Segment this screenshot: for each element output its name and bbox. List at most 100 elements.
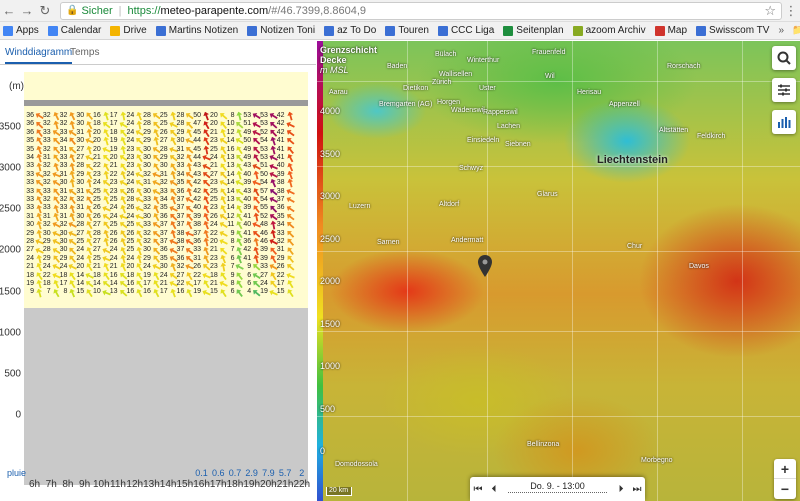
prev-step-icon[interactable]: ⏴ <box>486 484 502 495</box>
map-view[interactable]: Grenzschicht Decke m MSL 4000 3500 3000 250… <box>317 41 800 501</box>
tab-temps[interactable]: Temps <box>70 47 99 58</box>
bookmark-item[interactable]: Calendar <box>47 25 101 36</box>
wind-speed: 25 <box>126 221 135 229</box>
wind-speed: 20 <box>76 263 85 271</box>
wind-speed: 18 <box>93 271 101 279</box>
wind-speed: 29 <box>59 254 68 262</box>
reload-icon[interactable]: ↻ <box>36 2 54 20</box>
wind-speed: 36 <box>26 128 34 136</box>
wind-speed: 17 <box>143 280 151 287</box>
wind-speed: 23 <box>209 204 218 212</box>
wind-speed: 18 <box>42 280 51 287</box>
wind-speed: 26 <box>93 212 101 220</box>
back-icon[interactable]: ← <box>0 2 18 20</box>
bookmark-item[interactable]: Map <box>654 25 687 36</box>
wind-speed: 29 <box>143 137 151 145</box>
wind-speed: 8 <box>230 112 235 119</box>
last-step-icon[interactable]: ⏭ <box>629 484 645 495</box>
bookmark-item[interactable]: Notizen Toni <box>247 25 315 36</box>
wind-speed: 30 <box>59 179 68 187</box>
wind-speed: 42 <box>276 120 285 128</box>
zoom-out-button[interactable]: − <box>774 479 796 499</box>
bookmark-label: Touren <box>398 25 429 36</box>
wind-speed: 20 <box>93 137 101 145</box>
wind-speed: 33 <box>59 204 68 212</box>
wind-speed: 8 <box>230 238 235 245</box>
url-path: /#/46.7399,8.8604,9 <box>268 4 367 17</box>
wind-speed: 25 <box>126 246 135 254</box>
wind-speed: 24 <box>126 128 135 136</box>
map-place-label: Siebnen <box>505 141 531 148</box>
wind-speed: 14 <box>76 280 85 287</box>
bookmark-star-icon[interactable]: ☆ <box>764 3 776 19</box>
zoom-control: + − <box>774 459 796 499</box>
next-step-icon[interactable]: ⏵ <box>613 484 629 495</box>
wind-speed: 27 <box>26 246 34 254</box>
bookmark-item[interactable]: Touren <box>385 25 429 36</box>
bookmark-icon <box>47 25 58 36</box>
wind-speed: 44 <box>193 137 202 145</box>
wind-speed: 36 <box>26 120 34 128</box>
secure-label: Sicher <box>81 4 113 17</box>
bookmark-item[interactable]: az To Do <box>324 25 376 36</box>
wind-speed: 29 <box>76 170 85 178</box>
bookmark-icon <box>437 25 448 36</box>
bookmark-item[interactable]: Apps <box>3 25 39 36</box>
map-place-label: Wallisellen <box>439 71 473 78</box>
bookmark-item[interactable]: azoom Archiv <box>572 25 646 36</box>
sliders-icon[interactable] <box>772 78 796 102</box>
wind-speed: 21 <box>159 280 168 287</box>
wind-speed: 17 <box>109 112 118 119</box>
wind-cell: 17 <box>275 280 296 288</box>
bookmark-item[interactable]: Seitenplan <box>503 25 564 36</box>
wind-cell: 38 <box>275 179 296 187</box>
wind-speed: 32 <box>59 120 68 128</box>
hour-axis: 6h 7h 8h 9h 10h 11h 12h 13h 14h 15h 16h 17h 18h 19h 20… <box>24 475 310 495</box>
wind-speed: 27 <box>93 246 101 254</box>
wind-speed: 33 <box>59 162 68 170</box>
wind-speed: 17 <box>276 280 285 287</box>
address-bar[interactable]: 🔒 Sicher | https:// meteo-parapente.com … <box>60 1 782 20</box>
chart-icon[interactable] <box>772 110 796 134</box>
map-grid-line <box>407 41 408 501</box>
wind-speed: 23 <box>126 154 135 161</box>
wind-speed: 30 <box>143 246 151 254</box>
wind-speed: 51 <box>243 120 252 128</box>
bookmarks-more-icon[interactable]: » <box>778 25 784 36</box>
wind-speed: 30 <box>76 112 85 119</box>
bookmark-item[interactable]: Martins Notizen <box>155 25 238 36</box>
bookmark-icon <box>155 25 166 36</box>
location-pin-icon[interactable] <box>478 255 492 277</box>
wind-cell: 42 <box>275 112 296 120</box>
wind-speed: 29 <box>143 254 151 262</box>
wind-speed: 32 <box>176 154 185 161</box>
wind-speed: 51 <box>260 162 268 170</box>
wind-speed: 32 <box>276 238 285 245</box>
hour-tick: 22h <box>293 479 311 490</box>
time-slider[interactable]: Do. 9. - 13:00 <box>502 477 613 501</box>
map-grid-line <box>317 166 800 167</box>
wind-speed: 8 <box>230 280 235 287</box>
wind-speed: 41 <box>243 254 252 262</box>
bookmark-item[interactable]: CCC Liga <box>437 25 494 36</box>
wind-speed: 7 <box>230 263 235 271</box>
wind-speed: 26 <box>209 212 218 220</box>
map-grid-line <box>572 41 573 501</box>
time-track[interactable] <box>508 492 607 496</box>
first-step-icon[interactable]: ⏮ <box>470 484 486 495</box>
altitude-tick: 1500 <box>0 286 21 298</box>
search-icon[interactable] <box>772 46 796 70</box>
wind-speed: 14 <box>226 170 235 178</box>
wind-speed: 46 <box>260 238 268 245</box>
wind-speed: 25 <box>76 238 85 245</box>
wind-speed: 40 <box>243 170 252 178</box>
other-bookmarks[interactable]: 📁 Andere Lesezeichen <box>792 25 800 36</box>
zoom-in-button[interactable]: + <box>774 459 796 479</box>
bookmark-item[interactable]: Swisscom TV <box>696 25 769 36</box>
forward-icon[interactable]: → <box>18 2 36 20</box>
wind-speed: 36 <box>243 238 252 245</box>
wind-speed: 21 <box>93 263 101 271</box>
wind-cell: 41 <box>275 137 296 145</box>
bookmark-item[interactable]: Drive <box>110 25 147 36</box>
browser-menu-icon[interactable]: ⋮ <box>782 3 800 19</box>
